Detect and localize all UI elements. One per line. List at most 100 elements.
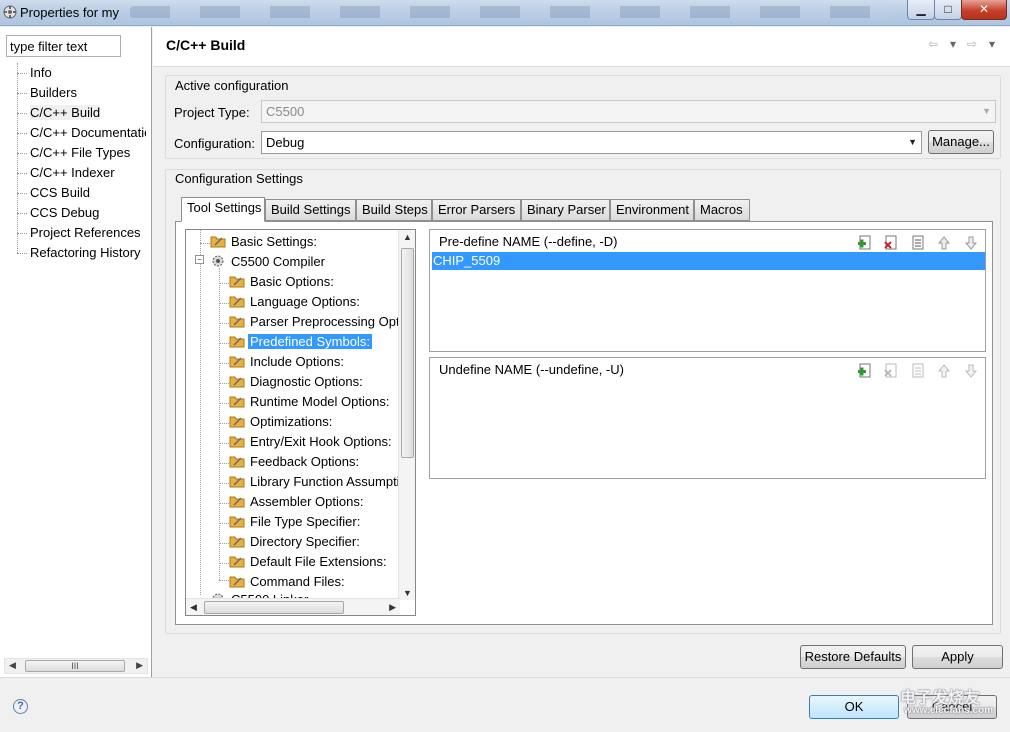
move-down-icon bbox=[963, 363, 979, 379]
back-arrow-icon[interactable]: ⇦ bbox=[928, 37, 938, 51]
filter-input[interactable] bbox=[6, 35, 121, 57]
tool-tree-vertical-scrollbar[interactable]: ▲ ▼ bbox=[398, 230, 415, 600]
edit-icon bbox=[910, 363, 926, 379]
tool-tree-item-basic-options[interactable]: Basic Options: bbox=[229, 272, 336, 292]
back-menu-icon[interactable]: ▾ bbox=[950, 37, 956, 51]
tool-tree-item-diagnostic-options[interactable]: Diagnostic Options: bbox=[229, 372, 365, 392]
tool-tree-item-include-options[interactable]: Include Options: bbox=[229, 352, 346, 372]
tab-macros[interactable]: Macros bbox=[694, 199, 750, 221]
dropdown-arrow-icon[interactable]: ▼ bbox=[908, 134, 917, 151]
tool-tree-item-feedback-options[interactable]: Feedback Options: bbox=[229, 452, 361, 472]
configuration-value: Debug bbox=[266, 135, 305, 150]
project-type-label: Project Type: bbox=[174, 105, 250, 120]
property-page: C/C++ Build ⇦ ▾ ⇨ ▾ Active configuration… bbox=[153, 27, 1010, 677]
tool-tree-item-optimizations[interactable]: Optimizations: bbox=[229, 412, 334, 432]
gear-icon bbox=[212, 255, 224, 267]
configuration-label: Configuration: bbox=[174, 136, 255, 151]
tool-tree-label: Library Function Assumpti bbox=[250, 474, 400, 489]
add-icon[interactable] bbox=[857, 235, 873, 251]
add-icon[interactable] bbox=[857, 363, 873, 379]
scroll-right-icon[interactable]: ▶ bbox=[389, 602, 396, 613]
help-icon[interactable]: ? bbox=[13, 699, 28, 714]
scrollbar-thumb[interactable]: III bbox=[25, 660, 125, 672]
tool-tree-item-command-files[interactable]: Command Files: bbox=[229, 572, 347, 592]
tree-item-label: Project References bbox=[30, 225, 141, 240]
watermark: 电子发烧友 www.elecfans.com bbox=[860, 680, 1010, 725]
move-up-icon[interactable] bbox=[936, 235, 952, 251]
configuration-combo[interactable]: Debug ▼ bbox=[261, 131, 922, 154]
tool-tree-item-default-file-extensions[interactable]: Default File Extensions: bbox=[229, 552, 389, 572]
project-type-value: C5500 bbox=[266, 104, 305, 119]
tree-item-label: C/C++ Build bbox=[30, 105, 101, 120]
tool-tree-label: Diagnostic Options: bbox=[250, 374, 363, 389]
scroll-down-icon[interactable]: ▼ bbox=[403, 588, 412, 598]
tab-binary-parser[interactable]: Binary Parser bbox=[521, 199, 610, 221]
tool-tree-item-assembler-options[interactable]: Assembler Options: bbox=[229, 492, 365, 512]
tab-build-steps[interactable]: Build Steps bbox=[356, 199, 432, 221]
tree-item-builders[interactable]: Builders bbox=[12, 83, 146, 103]
forward-menu-icon[interactable]: ▾ bbox=[989, 37, 995, 51]
tree-item-cpp-build[interactable]: C/C++ Build bbox=[12, 103, 146, 123]
window-title: Properties for my bbox=[20, 5, 119, 20]
maximize-button[interactable]: □ bbox=[934, 0, 962, 20]
tool-tree-label: File Type Specifier: bbox=[250, 514, 361, 529]
tree-item-project-references[interactable]: Project References bbox=[12, 223, 146, 243]
tool-tree-horizontal-scrollbar[interactable]: ◀ ▶ bbox=[186, 598, 400, 615]
delete-icon bbox=[883, 363, 899, 379]
tree-item-cpp-indexer[interactable]: C/C++ Indexer bbox=[12, 163, 146, 183]
list-item[interactable]: CHIP_5509 bbox=[432, 252, 985, 270]
tool-tree-item-runtime-model-options[interactable]: Runtime Model Options: bbox=[229, 392, 391, 412]
tab-build-settings[interactable]: Build Settings bbox=[265, 199, 356, 221]
page-title: C/C++ Build bbox=[166, 37, 246, 53]
tool-tree-item-file-type-specifier[interactable]: File Type Specifier: bbox=[229, 512, 362, 532]
tree-connector bbox=[219, 443, 229, 444]
folder-settings-icon bbox=[229, 296, 245, 308]
minimize-button[interactable]: ▁ bbox=[907, 0, 935, 20]
tree-item-cpp-documentation[interactable]: C/C++ Documentation bbox=[12, 123, 146, 143]
tool-tree-item-predefined-symbols[interactable]: Predefined Symbols: bbox=[229, 332, 372, 352]
tool-tree-item-basic-settings[interactable]: Basic Settings: bbox=[210, 232, 319, 252]
tree-item-label: C/C++ Documentation bbox=[30, 125, 146, 140]
scroll-up-icon[interactable]: ▲ bbox=[403, 232, 412, 242]
scroll-right-icon[interactable]: ▶ bbox=[136, 660, 143, 671]
undefine-toolbar bbox=[850, 363, 980, 382]
tab-tool-settings[interactable]: Tool Settings bbox=[181, 197, 265, 222]
folder-settings-icon bbox=[229, 316, 245, 328]
tool-tree-item-entry-exit-hook[interactable]: Entry/Exit Hook Options: bbox=[229, 432, 394, 452]
tree-item-info[interactable]: Info bbox=[12, 63, 146, 83]
close-button[interactable]: ✕ bbox=[961, 0, 1007, 20]
tree-connector bbox=[219, 483, 229, 484]
tool-tree-label: C5500 Compiler bbox=[231, 254, 325, 269]
manage-button[interactable]: Manage... bbox=[928, 130, 994, 154]
tool-tree-item-parser-preprocessing[interactable]: Parser Preprocessing Opt bbox=[229, 312, 402, 332]
watermark-subtext: www.elecfans.com bbox=[904, 705, 994, 716]
tree-connector bbox=[219, 283, 229, 284]
scrollbar-thumb[interactable] bbox=[204, 601, 344, 614]
scroll-left-icon[interactable]: ◀ bbox=[190, 602, 197, 613]
tool-tree-label: Entry/Exit Hook Options: bbox=[250, 434, 392, 449]
tool-tree-item-compiler[interactable]: C5500 Compiler bbox=[210, 252, 327, 272]
move-down-icon[interactable] bbox=[963, 235, 979, 251]
tool-tree-label: Basic Settings: bbox=[231, 234, 317, 249]
collapse-toggle-icon[interactable]: − bbox=[195, 255, 204, 264]
tool-tree-item-library-function[interactable]: Library Function Assumpti bbox=[229, 472, 402, 492]
forward-arrow-icon[interactable]: ⇨ bbox=[967, 37, 977, 51]
tab-error-parsers[interactable]: Error Parsers bbox=[432, 199, 521, 221]
tab-environment[interactable]: Environment bbox=[610, 199, 694, 221]
scroll-left-icon[interactable]: ◀ bbox=[9, 660, 16, 671]
tree-connector bbox=[219, 503, 229, 504]
tree-item-cpp-file-types[interactable]: C/C++ File Types bbox=[12, 143, 146, 163]
left-horizontal-scrollbar[interactable]: ◀ III ▶ bbox=[4, 658, 148, 674]
restore-defaults-button[interactable]: Restore Defaults bbox=[800, 645, 906, 669]
tree-item-ccs-debug[interactable]: CCS Debug bbox=[12, 203, 146, 223]
delete-icon[interactable] bbox=[883, 235, 899, 251]
edit-icon[interactable] bbox=[910, 235, 926, 251]
tool-tree-item-directory-specifier[interactable]: Directory Specifier: bbox=[229, 532, 362, 552]
scrollbar-thumb[interactable] bbox=[401, 248, 414, 458]
tree-item-ccs-build[interactable]: CCS Build bbox=[12, 183, 146, 203]
apply-button[interactable]: Apply bbox=[912, 645, 1003, 669]
tree-connector bbox=[219, 423, 229, 424]
tree-item-refactoring-history[interactable]: Refactoring History bbox=[12, 243, 146, 263]
tool-tree-item-language-options[interactable]: Language Options: bbox=[229, 292, 362, 312]
tool-tree-label: Feedback Options: bbox=[250, 454, 360, 469]
